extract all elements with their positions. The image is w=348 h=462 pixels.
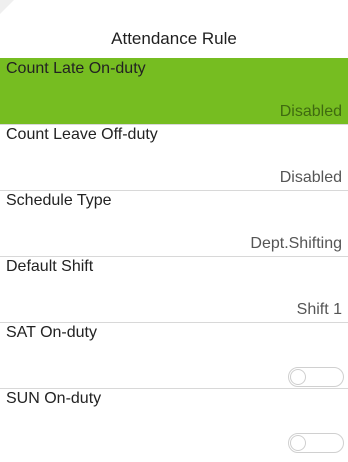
rule-row-schedule-type[interactable]: Schedule Type Dept.Shifting: [0, 190, 348, 256]
sat-on-duty-toggle[interactable]: [288, 367, 344, 387]
rule-value: Disabled: [279, 169, 342, 186]
page-title: Attendance Rule: [111, 29, 237, 48]
rule-value: Shift 1: [296, 301, 342, 318]
rule-value: Dept.Shifting: [250, 235, 342, 252]
rule-label: Schedule Type: [6, 192, 112, 209]
sun-on-duty-toggle[interactable]: [288, 433, 344, 453]
rule-row-sat-on-duty[interactable]: SAT On-duty: [0, 322, 348, 388]
rule-label: Count Leave Off-duty: [6, 126, 158, 143]
corner-fold-decoration: [0, 0, 14, 14]
toggle-knob: [290, 435, 306, 451]
rule-label: Count Late On-duty: [6, 60, 146, 77]
attendance-rule-list: Count Late On-duty Disabled Count Leave …: [0, 58, 348, 454]
rule-row-default-shift[interactable]: Default Shift Shift 1: [0, 256, 348, 322]
rule-row-sun-on-duty[interactable]: SUN On-duty: [0, 388, 348, 454]
rule-row-count-leave-off-duty[interactable]: Count Leave Off-duty Disabled: [0, 124, 348, 190]
rule-label: SUN On-duty: [6, 390, 102, 407]
rule-value: Disabled: [279, 103, 342, 120]
rule-label: SAT On-duty: [6, 324, 97, 341]
rule-label: Default Shift: [6, 258, 94, 275]
rule-row-count-late-on-duty[interactable]: Count Late On-duty Disabled: [0, 58, 348, 124]
toggle-knob: [290, 369, 306, 385]
